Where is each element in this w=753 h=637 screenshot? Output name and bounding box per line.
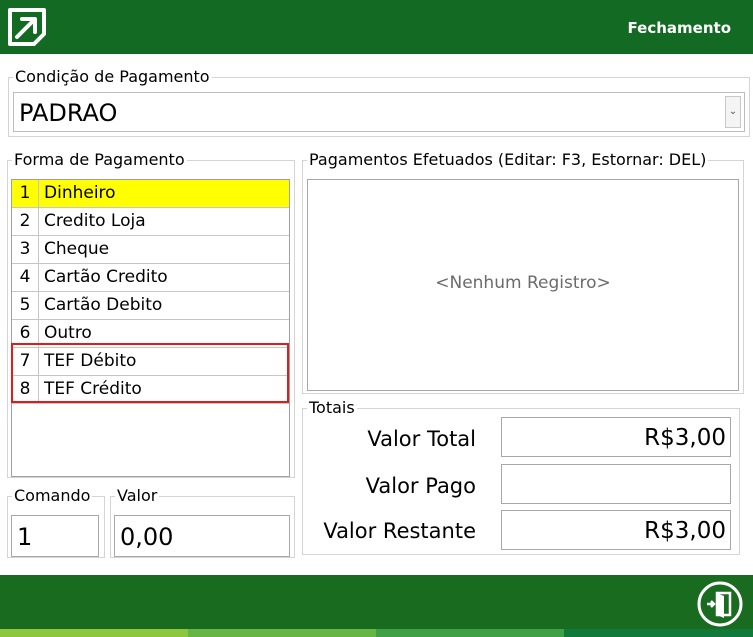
valor-restante-field[interactable]: R$3,00	[501, 510, 731, 550]
condicao-value: PADRAO	[19, 99, 118, 127]
valor-label: Valor	[115, 486, 160, 506]
chevron-down-icon[interactable]: ⌄	[725, 96, 741, 128]
payment-item-label: Dinheiro	[44, 183, 116, 203]
valor-restante-value: R$3,00	[644, 518, 726, 544]
valor-group: Valor 0,00	[110, 486, 295, 558]
payment-item-label: Cartão Debito	[44, 295, 163, 315]
comando-value: 1	[17, 523, 33, 551]
condicao-group: Condição de Pagamento PADRAO ⌄	[8, 67, 750, 137]
page-title: Fechamento	[627, 19, 731, 37]
payment-item-number: 1	[12, 180, 39, 207]
footer-stripe	[0, 629, 188, 637]
payment-item-label: Cartão Credito	[44, 267, 168, 287]
condicao-select[interactable]: PADRAO ⌄	[13, 92, 745, 132]
valor-restante-label: Valor Restante	[323, 519, 476, 543]
valor-value: 0,00	[120, 523, 174, 551]
payment-item-cartao-credito[interactable]: 4 Cartão Credito	[12, 264, 289, 292]
payment-method-list[interactable]: 1 Dinheiro 2 Credito Loja 3 Cheque 4 Car…	[11, 179, 290, 477]
totais-group: Totais Valor Total R$3,00 Valor Pago Val…	[302, 398, 740, 555]
pagamentos-label: Pagamentos Efetuados (Editar: F3, Estorn…	[307, 150, 709, 170]
valor-pago-field[interactable]	[501, 464, 731, 504]
pagamentos-group: Pagamentos Efetuados (Editar: F3, Estorn…	[302, 150, 744, 394]
valor-total-field[interactable]: R$3,00	[501, 417, 731, 457]
payments-made-list[interactable]: <Nenhum Registro>	[307, 179, 739, 391]
payment-item-label: Cheque	[44, 239, 110, 259]
payment-item-number: 3	[12, 236, 39, 263]
forma-label: Forma de Pagamento	[12, 150, 187, 170]
valor-total-label: Valor Total	[367, 427, 476, 451]
footer-stripe	[376, 629, 564, 637]
payment-item-number: 5	[12, 292, 39, 319]
forma-group: Forma de Pagamento 1 Dinheiro 2 Credito …	[7, 150, 295, 478]
header-bar: Fechamento	[0, 0, 753, 54]
valor-pago-label: Valor Pago	[365, 474, 476, 498]
payment-item-cartao-debito[interactable]: 5 Cartão Debito	[12, 292, 289, 320]
footer-stripe	[564, 629, 753, 637]
payment-item-credito-loja[interactable]: 2 Credito Loja	[12, 208, 289, 236]
tef-highlight-box	[11, 343, 289, 403]
comando-label: Comando	[12, 486, 93, 506]
payment-item-cheque[interactable]: 3 Cheque	[12, 236, 289, 264]
comando-group: Comando 1	[7, 486, 105, 558]
valor-input[interactable]: 0,00	[114, 515, 290, 557]
comando-input[interactable]: 1	[11, 515, 99, 557]
footer-stripe	[188, 629, 376, 637]
payment-item-number: 2	[12, 208, 39, 235]
footer-bar	[0, 575, 753, 629]
empty-list-message: <Nenhum Registro>	[435, 273, 611, 293]
exit-door-icon[interactable]	[696, 580, 744, 628]
arrow-logo-icon	[8, 8, 46, 46]
condicao-label: Condição de Pagamento	[13, 67, 212, 87]
payment-item-dinheiro[interactable]: 1 Dinheiro	[12, 180, 289, 208]
totais-label: Totais	[307, 398, 357, 418]
valor-total-value: R$3,00	[644, 425, 726, 451]
payment-item-label: Credito Loja	[44, 211, 146, 231]
payment-item-number: 4	[12, 264, 39, 291]
